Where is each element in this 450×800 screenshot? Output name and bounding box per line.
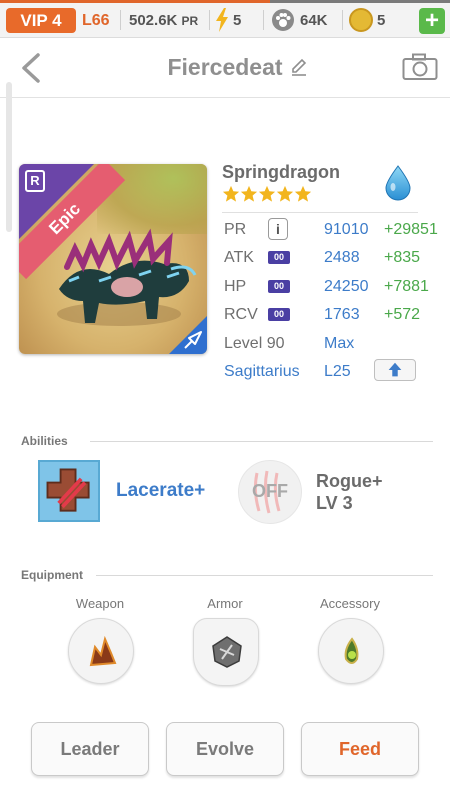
- passive-off-label: OFF: [252, 481, 288, 501]
- divider: [263, 10, 264, 30]
- constellation-level: L25: [324, 363, 351, 380]
- divider: [96, 575, 433, 576]
- level-label: Level 90: [224, 335, 285, 352]
- player-level: L66: [82, 12, 110, 29]
- divider: [222, 212, 418, 213]
- accessory-slot[interactable]: [318, 618, 384, 684]
- arrow-up-icon: [388, 362, 402, 377]
- abilities-title: Abilities: [21, 434, 68, 448]
- pencil-edit-icon[interactable]: [289, 57, 309, 77]
- constellation-upgrade-button[interactable]: [374, 359, 416, 381]
- divider: [90, 441, 433, 442]
- energy-count: 5: [233, 12, 242, 29]
- lacerate-cross-icon: [46, 468, 90, 512]
- armor-slot[interactable]: [193, 618, 259, 686]
- weapon-icon: [89, 635, 117, 667]
- page-header: Fiercedeat: [0, 38, 450, 98]
- stat-pr-value: 91010: [324, 221, 369, 238]
- armor-icon: [212, 636, 242, 668]
- hp-enhance-pips: 00: [268, 280, 290, 293]
- rcv-enhance-pips: 00: [268, 308, 290, 321]
- total-pr-unit: PR: [181, 14, 199, 28]
- atk-enhance-pips: 00: [268, 251, 290, 264]
- paw-food-icon: [272, 9, 294, 31]
- lacerate-ability-icon[interactable]: [38, 460, 100, 522]
- star-icon: [240, 185, 258, 202]
- add-currency-button[interactable]: +: [419, 8, 445, 34]
- energy-bolt-icon: [216, 8, 228, 32]
- scrollbar[interactable]: [6, 82, 12, 232]
- constellation-label[interactable]: Sagittarius: [224, 363, 300, 381]
- stat-atk-label: ATK: [224, 249, 254, 266]
- weapon-slot[interactable]: [68, 618, 134, 684]
- stat-rcv-value: 1763: [324, 306, 360, 323]
- level-value: Max: [324, 335, 355, 352]
- total-pr-value: 502.6K: [129, 12, 178, 29]
- star-icon: [294, 185, 312, 202]
- accessory-label: Accessory: [320, 596, 380, 611]
- page-title[interactable]: Fiercedeat: [0, 54, 450, 81]
- passive-ability-name: Rogue+: [316, 471, 383, 491]
- stat-atk-value: 2488: [324, 249, 360, 266]
- stat-rcv-label: RCV: [224, 306, 258, 323]
- armor-label: Armor: [207, 596, 243, 611]
- stat-atk-bonus: +835: [384, 249, 421, 266]
- feed-button[interactable]: Feed: [301, 722, 419, 776]
- monster-name: Springdragon: [222, 162, 340, 182]
- leader-button[interactable]: Leader: [31, 722, 149, 776]
- active-ability-name[interactable]: Lacerate+: [116, 480, 205, 502]
- equipment-title: Equipment: [21, 568, 83, 582]
- gem-coin-icon: [349, 8, 373, 32]
- top-status-bar: VIP 4 L66 502.6K PR 5 64K 5 +: [0, 0, 450, 38]
- total-pr: 502.6K PR: [129, 8, 198, 33]
- class-plane-icon: [184, 331, 202, 349]
- star-icon: [222, 185, 240, 202]
- camera-icon[interactable]: [402, 53, 438, 81]
- evolve-button[interactable]: Evolve: [166, 722, 284, 776]
- stat-pr-bonus: +29851: [384, 221, 438, 238]
- weapon-label: Weapon: [75, 596, 125, 611]
- divider: [120, 10, 121, 30]
- passive-ability-level: LV 3: [316, 493, 353, 513]
- monster-nickname: Fiercedeat: [167, 54, 283, 80]
- star-icon: [276, 185, 294, 202]
- water-element-icon: [385, 165, 411, 201]
- star-icon: [258, 185, 276, 202]
- food-count: 64K: [300, 12, 328, 29]
- stat-hp-value: 24250: [324, 278, 369, 295]
- vip-badge[interactable]: VIP 4: [6, 8, 76, 33]
- gem-count: 5: [377, 12, 386, 29]
- stat-rcv-bonus: +572: [384, 306, 421, 323]
- divider: [209, 10, 210, 30]
- xp-progress-bar: [0, 0, 450, 3]
- monster-portrait[interactable]: Epic R: [19, 164, 207, 354]
- stat-hp-bonus: +7881: [384, 278, 429, 295]
- rarity-badge: R: [25, 170, 45, 192]
- stat-hp-label: HP: [224, 278, 247, 295]
- accessory-icon: [344, 637, 359, 664]
- pr-info-button[interactable]: i: [268, 218, 288, 240]
- stat-pr-label: PR: [224, 221, 247, 238]
- divider: [342, 10, 343, 30]
